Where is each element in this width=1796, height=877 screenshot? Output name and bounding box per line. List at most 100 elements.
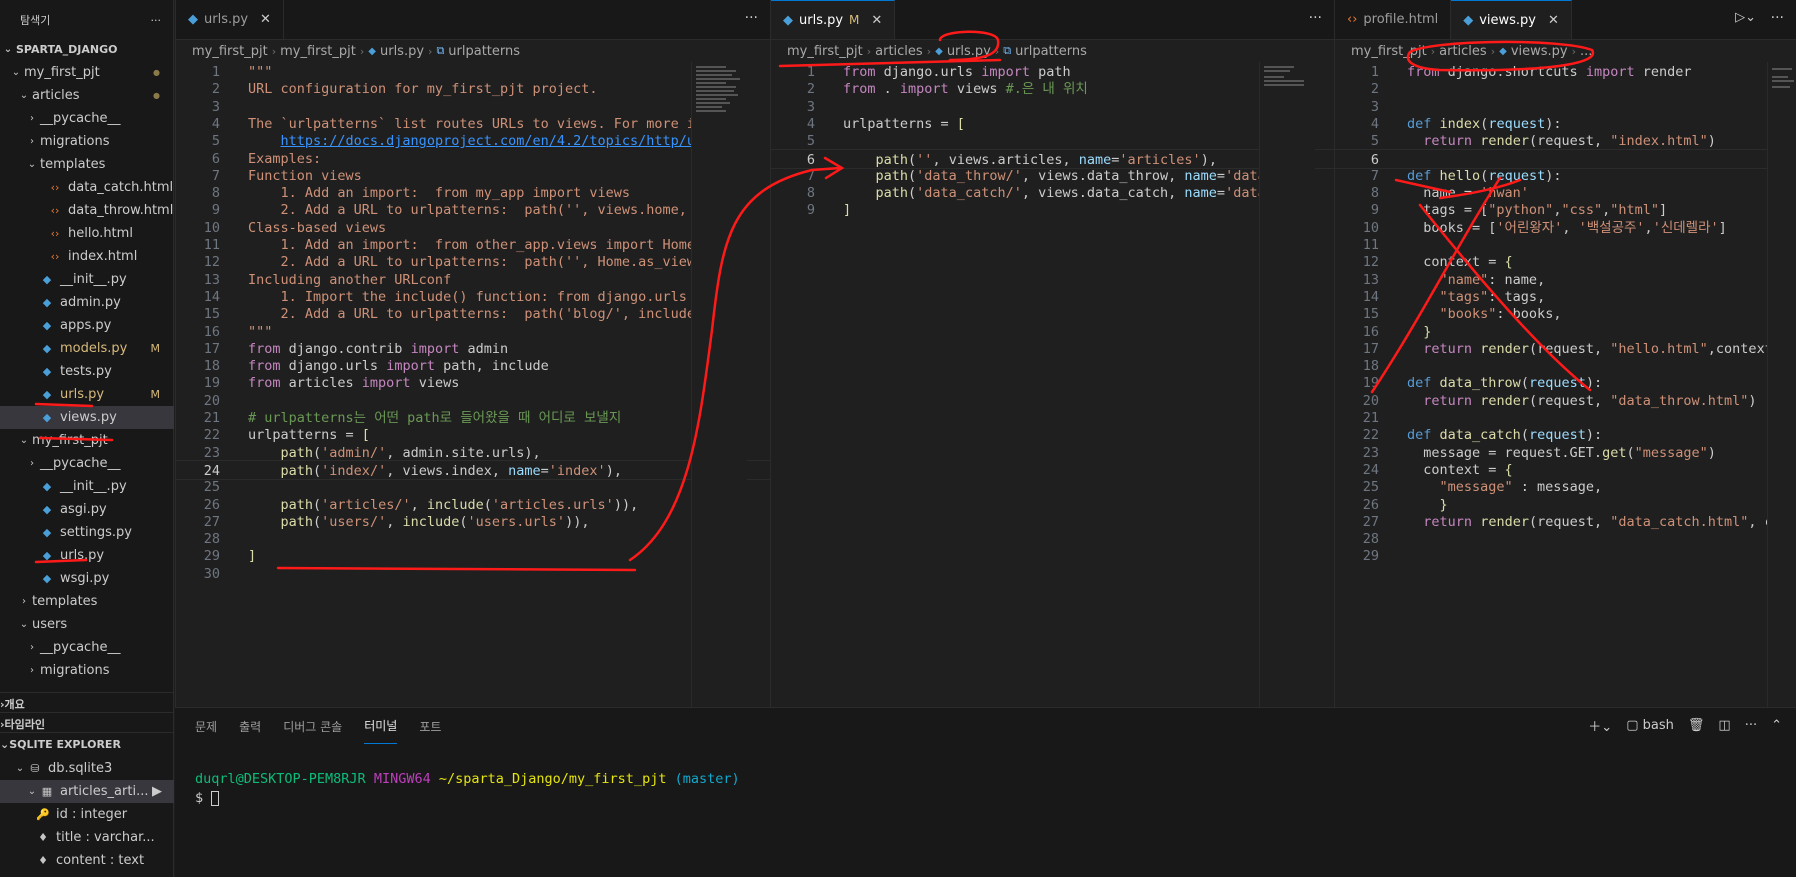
project-root[interactable]: ⌄ SPARTA_DJANGO (0, 38, 174, 61)
tree-item[interactable]: › __pycache__ (0, 452, 174, 475)
panel-actions: ＋⌄ ▢ bash 🗑 ◫ ··· ⌃ (1588, 716, 1782, 735)
editor-group-3: ‹› profile.html ◆ views.py ✕ ▷⌄ ··· my_f… (1334, 0, 1796, 707)
tree-item[interactable]: ⌄ users (0, 613, 174, 636)
tree-item[interactable]: ⌄ articles ● (0, 84, 174, 107)
minimap[interactable] (691, 62, 747, 707)
sqlite-item[interactable]: ♦ content : text (0, 849, 174, 872)
tree-item[interactable]: ◆ admin.py (0, 291, 174, 314)
tab-profile-html[interactable]: ‹› profile.html (1335, 0, 1452, 39)
minimap[interactable] (1767, 62, 1796, 707)
terminal-cursor (211, 790, 220, 806)
breadcrumb-item[interactable]: urls.py (380, 44, 424, 59)
breadcrumb-item[interactable]: my_first_pjt (787, 44, 863, 59)
close-icon[interactable]: ✕ (871, 13, 882, 28)
sqlite-item[interactable]: 🔑 id : integer (0, 803, 174, 826)
chevron-down-icon: ⌄ (19, 435, 29, 446)
add-terminal-icon[interactable]: ＋⌄ (1588, 716, 1612, 735)
split-icon[interactable]: ◫ (1718, 718, 1730, 733)
tab-views-py[interactable]: ◆ views.py ✕ (1451, 0, 1572, 39)
code-editor[interactable]: 1 """ 2 URL configuration for my_first_pjt … (176, 62, 770, 707)
tree-item[interactable]: ◆ urls.py (0, 544, 174, 567)
tree-item[interactable]: › migrations (0, 130, 174, 153)
tree-item[interactable]: › migrations (0, 659, 174, 682)
tree-item[interactable]: › __pycache__ (0, 636, 174, 659)
panel-tab[interactable]: 출력 (239, 708, 261, 744)
tree-item[interactable]: ◆ asgi.py (0, 498, 174, 521)
sqlite-item[interactable]: ⌄ ⛁ db.sqlite3 (0, 757, 174, 780)
breadcrumb-item[interactable]: articles (875, 44, 923, 59)
code-line[interactable]: 30 (176, 564, 770, 584)
tree-item-label: __pycache__ (40, 456, 121, 471)
tree-item[interactable]: ⌄ templates (0, 153, 174, 176)
sidebar-section-label: 타임라인 (4, 718, 46, 731)
panel-tab[interactable]: 포트 (419, 708, 441, 744)
tree-item[interactable]: ◆ models.py M (0, 337, 174, 360)
python-file-icon: ◆ (935, 45, 943, 57)
tree-item[interactable]: ⌄ my_first_pjt ● (0, 61, 174, 84)
tab-urls-project[interactable]: ◆ urls.py ✕ (176, 0, 284, 39)
breadcrumb-item[interactable]: ... (1580, 44, 1592, 59)
breadcrumb-item[interactable]: my_first_pjt (192, 44, 268, 59)
tree-item[interactable]: ‹› hello.html (0, 222, 174, 245)
panel-tab[interactable]: 터미널 (364, 708, 398, 744)
ellipsis-icon[interactable]: ··· (1309, 10, 1322, 26)
breadcrumb-item[interactable]: urlpatterns (448, 44, 520, 59)
terminal-user: duqrl@DESKTOP-PEM8RJR (195, 771, 366, 787)
tree-item[interactable]: ⌄ my_first_pjt (0, 429, 174, 452)
breadcrumb-item[interactable]: urlpatterns (1015, 44, 1087, 59)
run-icon[interactable]: ▷⌄ (1735, 10, 1756, 25)
ellipsis-icon[interactable]: ··· (1745, 718, 1757, 733)
breadcrumb-item[interactable]: urls.py (947, 44, 991, 59)
chevron-down-icon: ⌄ (19, 619, 29, 630)
tree-item[interactable]: ◆ apps.py (0, 314, 174, 337)
chevron-up-icon[interactable]: ⌃ (1771, 718, 1782, 733)
minimap[interactable] (1259, 62, 1315, 707)
panel-tab[interactable]: 디버그 콘솔 (283, 708, 342, 744)
diamond-icon: ♦ (38, 854, 48, 867)
tree-item[interactable]: ◆ settings.py (0, 521, 174, 544)
breadcrumb-item[interactable]: views.py (1511, 44, 1568, 59)
sqlite-item[interactable]: ♦ title : varchar... (0, 826, 174, 849)
trash-icon[interactable]: 🗑 (1688, 718, 1705, 733)
ellipsis-icon[interactable]: ··· (1771, 10, 1784, 26)
tree-item-label: tests.py (60, 364, 112, 379)
sidebar-section[interactable]: ⌄ SQLITE EXPLORER (0, 732, 174, 755)
code-editor[interactable]: 1 from django.urls import path 2 from . imp… (771, 62, 1334, 707)
python-file-icon: ◆ (42, 549, 52, 562)
sqlite-item[interactable]: ⌄ ▦ articles_arti... ▶ (0, 780, 174, 803)
ellipsis-icon[interactable]: ··· (745, 10, 758, 26)
panel-tab[interactable]: 문제 (195, 708, 217, 744)
variable-icon: ⧉ (436, 44, 445, 57)
close-icon[interactable]: ✕ (1548, 13, 1559, 28)
chevron-right-icon: › (994, 44, 1000, 58)
code-editor[interactable]: 1 from django.shortcuts import render 2 3 4 d… (1335, 62, 1796, 707)
tree-item[interactable]: ‹› data_throw.html (0, 199, 174, 222)
terminal-shell[interactable]: ▢ bash (1626, 718, 1674, 733)
breadcrumb: my_first_pjt › articles › ◆ views.py ›... (1335, 40, 1796, 62)
tree-item[interactable]: ‹› data_catch.html (0, 176, 174, 199)
code-line[interactable]: 9] (771, 200, 1334, 220)
tree-item[interactable]: › templates (0, 590, 174, 613)
tree-item[interactable]: ◆ __init__.py (0, 268, 174, 291)
python-file-icon: ◆ (42, 388, 52, 401)
close-icon[interactable]: ✕ (260, 12, 271, 27)
ellipsis-icon[interactable]: ··· (151, 14, 162, 27)
sidebar-section-label: 개요 (4, 698, 25, 711)
tree-item[interactable]: ◆ __init__.py (0, 475, 174, 498)
bottom-panel: 문제 출력 디버그 콘솔 터미널 포트 ＋⌄ ▢ bash 🗑 ◫ ··· ⌃ duqr… (175, 707, 1796, 877)
tree-item[interactable]: ‹› index.html (0, 245, 174, 268)
tree-item[interactable]: ◆ urls.py M (0, 383, 174, 406)
tree-item[interactable]: › __pycache__ (0, 107, 174, 130)
play-icon[interactable]: ▶ (152, 784, 162, 799)
code-line[interactable]: 29 (1335, 546, 1796, 566)
tab-urls-articles[interactable]: ◆ urls.py M ✕ (771, 0, 896, 39)
breadcrumb-item[interactable]: articles (1439, 44, 1487, 59)
breadcrumb-item[interactable]: my_first_pjt (1351, 44, 1427, 59)
tree-item[interactable]: ◆ tests.py (0, 360, 174, 383)
breadcrumb-item[interactable]: my_first_pjt (280, 44, 356, 59)
editor-group-1: ◆ urls.py ✕ ··· my_first_pjt › my_first_pj… (175, 0, 770, 707)
sqlite-item-label: id : integer (56, 807, 128, 822)
tree-item[interactable]: ◆ views.py (0, 406, 174, 429)
tree-item[interactable]: ◆ wsgi.py (0, 567, 174, 590)
terminal-output[interactable]: duqrl@DESKTOP-PEM8RJR MINGW64 ~/sparta_D… (195, 770, 740, 808)
